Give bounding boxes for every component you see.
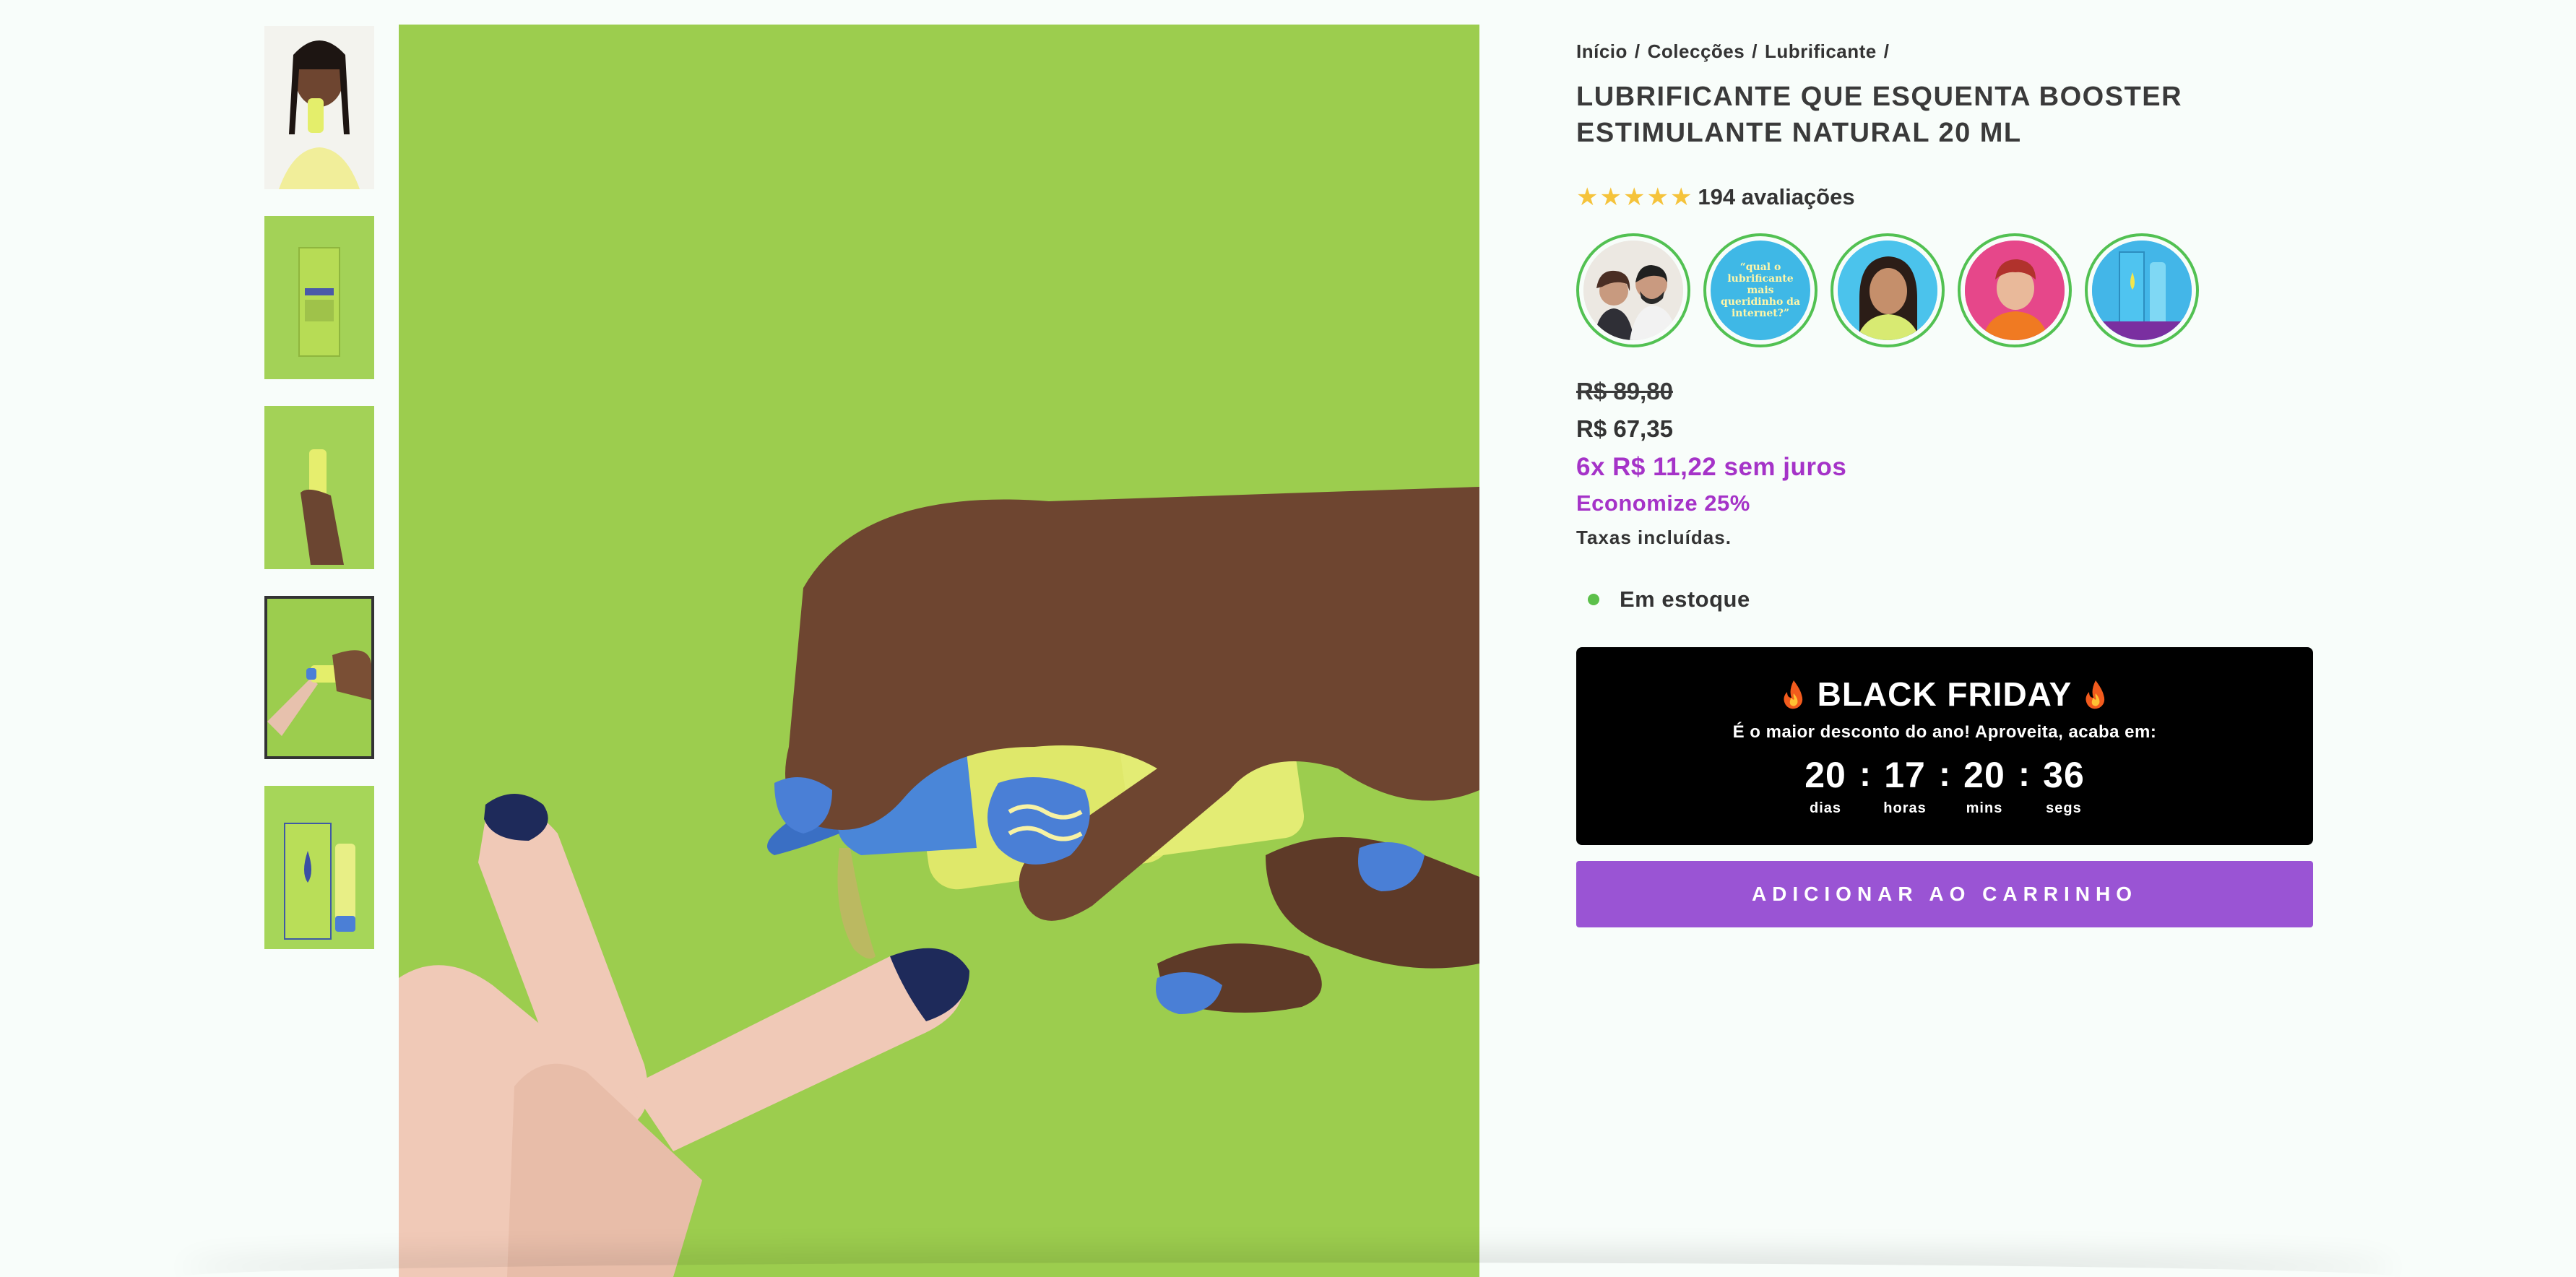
product-page: Início / Colecções / Lubrificante / LUBR… [0,0,2576,1277]
countdown-separator: : [1939,756,1950,794]
fire-icon [2086,680,2105,709]
countdown-seconds-value: 36 [2043,755,2085,795]
star-icon: ★ [1669,183,1693,211]
star-icon: ★ [1622,183,1646,211]
discount-text: Economize 25% [1576,490,1750,516]
countdown-days-label: dias [1810,800,1842,816]
countdown-timer: 20 dias : 17 horas : 20 mins : 36 segs [1576,756,2313,817]
product-title: LUBRIFICANTE QUE ESQUENTA BOOSTER ESTIMU… [1576,82,2183,148]
breadcrumb-lubricant-link[interactable]: Lubrificante [1765,40,1877,63]
stock-dot-icon [1588,594,1599,605]
countdown-seconds-label: segs [2046,800,2082,816]
thumb-hand-tube[interactable] [264,406,374,569]
countdown-separator: : [1859,756,1871,794]
fire-icon [1784,680,1802,709]
countdown-seconds: 36 segs [2040,756,2088,817]
star-icon: ★ [1576,183,1599,211]
product-info: Início / Colecções / Lubrificante / LUBR… [1576,40,2313,927]
thumb-box-and-tube[interactable] [264,786,374,949]
stock-status: Em estoque [1576,586,2313,612]
thumb-box[interactable] [264,216,374,379]
add-to-cart-button[interactable]: ADICIONAR AO CARRINHO [1576,861,2313,927]
breadcrumb-collections-link[interactable]: Colecções [1648,40,1745,63]
story-quote[interactable]: “qual o lubrificante mais queridinho da … [1703,233,1818,347]
thumb-applying[interactable] [264,596,374,759]
main-product-image [399,25,1479,1277]
breadcrumb-home-link[interactable]: Início [1576,40,1628,63]
story-bubbles: “qual o lubrificante mais queridinho da … [1576,233,2313,347]
countdown-hours-label: horas [1883,800,1927,816]
countdown-separator: : [2018,756,2030,794]
breadcrumb: Início / Colecções / Lubrificante / [1576,40,2313,63]
star-icon: ★ [1646,183,1669,211]
installments-text: 6x R$ 11,22 sem juros [1576,453,1847,481]
price-current: R$ 67,35 [1576,415,1673,442]
rating-stars: ★ ★ ★ ★ ★ [1576,183,1692,212]
black-friday-title-text: BLACK FRIDAY [1817,675,2073,713]
story-couple[interactable] [1576,233,1690,347]
black-friday-title: BLACK FRIDAY [1576,675,2313,714]
black-friday-banner: BLACK FRIDAY É o maior desconto do ano! … [1576,647,2313,845]
story-product[interactable] [2085,233,2199,347]
countdown-minutes-value: 20 [1963,755,2005,795]
rating-summary[interactable]: ★ ★ ★ ★ ★ 194 avaliações [1576,183,2313,212]
story-quote-text: “qual o lubrificante mais queridinho da … [1720,261,1801,319]
taxes-note: Taxas incluídas. [1576,527,1732,548]
stock-text: Em estoque [1620,586,1750,612]
breadcrumb-separator: / [1634,40,1641,62]
countdown-minutes: 20 mins [1961,756,2008,817]
countdown-hours-value: 17 [1884,755,1926,795]
black-friday-subtitle: É o maior desconto do ano! Aproveita, ac… [1732,722,2157,742]
breadcrumb-separator: / [1752,40,1758,62]
countdown-minutes-label: mins [1966,800,2003,816]
thumb-model[interactable] [264,26,374,189]
price-original: R$ 89,80 [1576,378,1673,404]
story-man[interactable] [1958,233,2072,347]
countdown-days-value: 20 [1805,755,1846,795]
countdown-hours: 17 horas [1881,756,1929,817]
thumbnail-list [264,26,374,976]
breadcrumb-separator: / [1883,40,1890,62]
story-woman[interactable] [1831,233,1945,347]
reviews-count: 194 avaliações [1698,184,1855,209]
star-icon: ★ [1599,183,1622,211]
countdown-days: 20 dias [1802,756,1849,817]
